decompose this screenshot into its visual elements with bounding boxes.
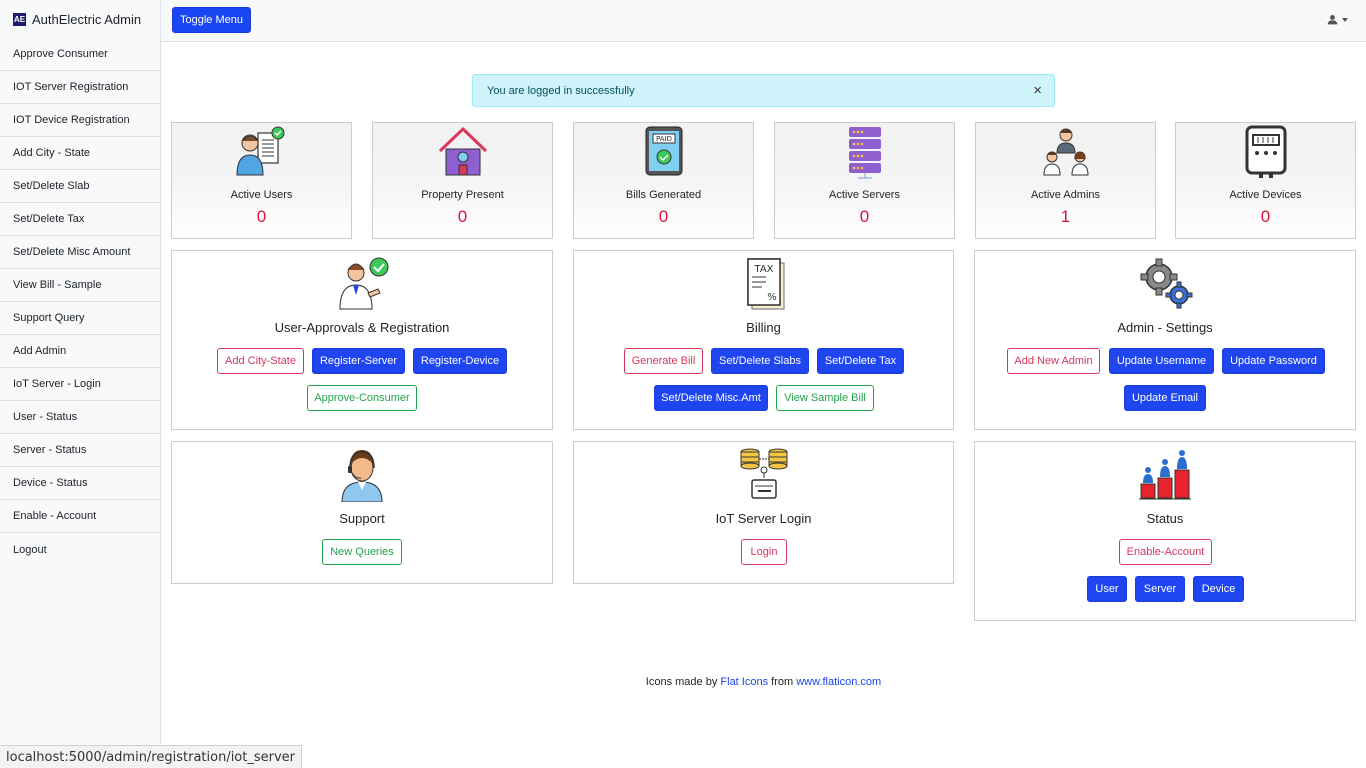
register-server-button[interactable]: Register-Server [312,348,405,374]
set-delete-slabs-button[interactable]: Set/Delete Slabs [711,348,809,374]
enable-account-button[interactable]: Enable-Account [1119,539,1212,565]
sidebar-item-iot-server-registration[interactable]: IOT Server Registration [0,71,160,104]
register-device-button[interactable]: Register-Device [413,348,507,374]
iot-login-button[interactable]: Login [741,539,787,565]
billing-panel: TAX % Billing Generate Bill Set/Delete S… [573,250,954,430]
gear-icon [1140,258,1193,309]
stat-card-active-admins: Active Admins 1 [975,122,1156,239]
stat-card-property-present: Property Present 0 [372,122,553,239]
set-delete-misc-button[interactable]: Set/Delete Misc.Amt [654,385,768,411]
add-city-state-button[interactable]: Add City-State [217,348,304,374]
stat-label: Active Devices [1229,189,1302,201]
stat-label: Active Users [230,189,293,201]
stat-card-active-servers: Active Servers 0 [774,122,955,239]
database-key-icon [740,448,787,499]
flat-icons-link[interactable]: Flat Icons [720,676,768,688]
admin-settings-panel: Admin - Settings Add New Admin Update Us… [974,250,1356,430]
paid-bill-icon: PAID [645,126,682,176]
stat-value: 0 [859,207,870,226]
success-alert: You are logged in successfully × [472,74,1055,107]
server-icon [848,127,881,179]
server-status-button[interactable]: Server [1135,576,1185,602]
approval-person-icon [339,257,389,310]
stat-value: 0 [256,207,267,226]
sidebar-item-enable-account[interactable]: Enable - Account [0,500,160,533]
sidebar: AE AuthElectric Admin Approve Consumer I… [0,0,161,768]
sidebar-item-add-admin[interactable]: Add Admin [0,335,160,368]
update-email-button[interactable]: Update Email [1124,385,1206,411]
admins-icon [1042,128,1089,176]
sidebar-item-user-status[interactable]: User - Status [0,401,160,434]
close-icon[interactable]: × [1033,83,1042,98]
sidebar-item-server-status[interactable]: Server - Status [0,434,160,467]
footer-middle: from [771,676,794,688]
sidebar-item-set-delete-misc[interactable]: Set/Delete Misc Amount [0,236,160,269]
browser-status-url: localhost:5000/admin/registration/iot_se… [0,745,303,768]
stat-card-active-devices: Active Devices 0 [1175,122,1356,239]
toggle-menu-button[interactable]: Toggle Menu [172,7,251,33]
update-password-button[interactable]: Update Password [1222,348,1325,374]
update-username-button[interactable]: Update Username [1109,348,1214,374]
stat-label: Active Admins [1030,189,1101,201]
alert-message: You are logged in successfully [487,84,635,97]
panel-title: Support [339,511,385,526]
view-sample-bill-button[interactable]: View Sample Bill [776,385,874,411]
panel-title: IoT Server Login [715,511,812,526]
set-delete-tax-button[interactable]: Set/Delete Tax [817,348,904,374]
sidebar-item-iot-device-registration[interactable]: IOT Device Registration [0,104,160,137]
svg-text:%: % [767,292,777,303]
panel-title: Admin - Settings [1117,320,1213,335]
brand[interactable]: AE AuthElectric Admin [0,0,160,38]
stat-value: 0 [658,207,669,226]
stat-card-active-users: Active Users 0 [171,122,352,239]
stat-value: 0 [457,207,468,226]
sidebar-item-view-bill[interactable]: View Bill - Sample [0,269,160,302]
registration-panel: User-Approvals & Registration Add City-S… [171,250,553,430]
stat-card-bills-generated: PAID Bills Generated 0 [573,122,754,239]
new-queries-button[interactable]: New Queries [322,539,402,565]
add-new-admin-button[interactable]: Add New Admin [1007,348,1100,374]
generate-bill-button[interactable]: Generate Bill [624,348,703,374]
sidebar-item-add-city-state[interactable]: Add City - State [0,137,160,170]
panel-title: User-Approvals & Registration [274,320,450,335]
flaticon-link[interactable]: www.flaticon.com [796,676,881,688]
sidebar-item-support-query[interactable]: Support Query [0,302,160,335]
stat-label: Property Present [421,189,504,201]
panel-title: Billing [746,320,781,335]
brand-title: AuthElectric Admin [32,11,142,27]
support-panel: Support New Queries [171,441,553,584]
sidebar-item-approve-consumer[interactable]: Approve Consumer [0,38,160,71]
footer-credits: Icons made by Flat Icons from www.flatic… [161,676,1366,688]
device-status-button[interactable]: Device [1193,576,1244,602]
svg-text:PAID: PAID [655,135,671,143]
stat-value: 0 [1260,207,1271,226]
bar-chart-people-icon [1139,450,1191,500]
house-icon [438,126,487,176]
topbar: Toggle Menu [161,0,1366,42]
chevron-down-icon [1342,17,1348,22]
stat-value: 1 [1060,207,1071,226]
user-document-icon [235,126,284,176]
support-agent-icon [341,450,383,502]
sidebar-item-logout[interactable]: Logout [0,533,160,566]
tax-document-icon: TAX % [746,258,785,310]
stat-label: Active Servers [829,189,900,201]
iot-login-panel: IoT Server Login Login [573,441,954,584]
meter-icon [1245,125,1286,178]
brand-logo-icon: AE [13,12,26,26]
user-menu-dropdown[interactable] [1327,14,1348,25]
user-status-button[interactable]: User [1087,576,1127,602]
sidebar-item-set-delete-tax[interactable]: Set/Delete Tax [0,203,160,236]
svg-text:TAX: TAX [753,264,773,275]
user-icon [1327,15,1338,25]
status-panel: Status Enable-Account User Server Device [974,441,1356,621]
panel-title: Status [1146,511,1184,526]
sidebar-item-device-status[interactable]: Device - Status [0,467,160,500]
approve-consumer-button[interactable]: Approve-Consumer [307,385,417,411]
footer-prefix: Icons made by [645,676,718,688]
sidebar-item-iot-server-login[interactable]: IoT Server - Login [0,368,160,401]
sidebar-item-set-delete-slab[interactable]: Set/Delete Slab [0,170,160,203]
stat-label: Bills Generated [625,189,702,201]
